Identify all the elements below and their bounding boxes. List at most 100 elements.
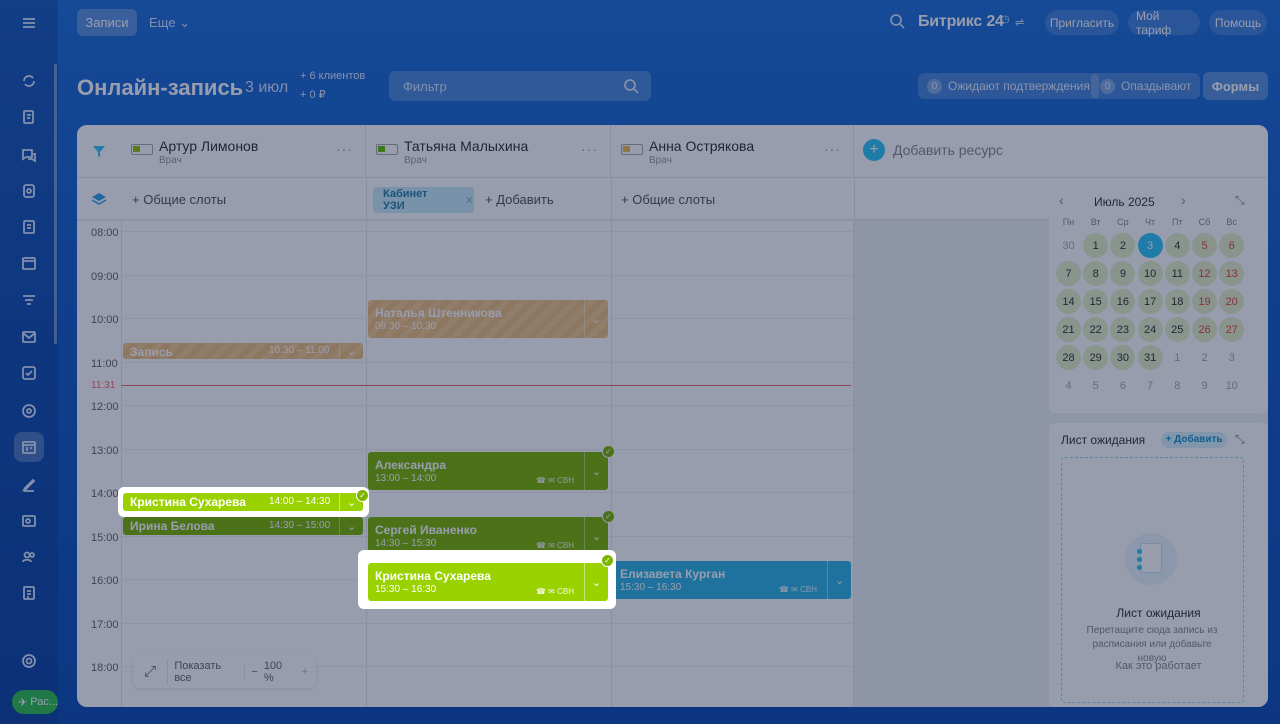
calendar-day[interactable]: 29 xyxy=(1083,345,1109,370)
calendar-day[interactable]: 27 xyxy=(1219,317,1245,342)
sidebar-bottom-button[interactable]: ✈ Рас... xyxy=(12,690,58,714)
calendar-day[interactable]: 31 xyxy=(1137,345,1163,370)
invite-button[interactable]: Пригласить xyxy=(1045,10,1119,35)
page-date[interactable]: 3 июл xyxy=(245,79,288,97)
calendar-day[interactable]: 8 xyxy=(1083,261,1109,286)
calendar-icon[interactable] xyxy=(14,248,44,278)
calendar-day[interactable]: 6 xyxy=(1110,373,1135,398)
more-icon[interactable]: ··· xyxy=(581,141,598,157)
calendar-day[interactable]: 25 xyxy=(1164,317,1190,342)
calendar-day[interactable]: 4 xyxy=(1164,233,1190,258)
booking-icon[interactable] xyxy=(14,432,44,462)
resource-column-2[interactable]: Татьяна Малыхина Врач ··· xyxy=(366,125,611,178)
calendar-day[interactable]: 18 xyxy=(1164,289,1190,314)
report-icon[interactable] xyxy=(14,578,44,608)
room-chip[interactable]: Кабинет УЗИ ✕ xyxy=(373,187,474,213)
calendar-day[interactable]: 12 xyxy=(1192,261,1217,286)
funnel-icon[interactable] xyxy=(14,286,44,316)
filter-funnel-icon[interactable] xyxy=(91,143,107,164)
booking-event[interactable]: Запись 10:30 – 11:00 ⌄ xyxy=(123,343,363,359)
show-all-button[interactable]: Показать все xyxy=(167,659,244,684)
common-slots-button[interactable]: + Общие слоты xyxy=(621,192,715,207)
booking-event[interactable]: Елизавета Курган 15:30 – 16:30 ☎ ✉ СВН ⌄ xyxy=(613,561,851,599)
drive-icon[interactable] xyxy=(14,176,44,206)
tab-more[interactable]: Еще ⌄ xyxy=(149,15,190,31)
calendar-day[interactable]: 28 xyxy=(1056,345,1081,370)
chevron-down-icon[interactable]: ⌄ xyxy=(339,343,363,359)
booking-event[interactable]: Ирина Белова 14:30 – 15:00 ⌄ xyxy=(123,517,363,535)
calendar-day[interactable]: 30 xyxy=(1056,233,1081,258)
calendar-day[interactable]: 8 xyxy=(1165,373,1190,398)
calendar-day[interactable]: 3 xyxy=(1219,345,1244,370)
help-button[interactable]: Помощь xyxy=(1209,10,1267,35)
calendar-day[interactable]: 10 xyxy=(1137,261,1163,286)
calendar-day[interactable]: 5 xyxy=(1192,233,1217,258)
chevron-down-icon[interactable]: ⌄ xyxy=(827,561,851,599)
add-slot-button[interactable]: + Добавить xyxy=(485,192,554,207)
waitlist-add-button[interactable]: + Добавить xyxy=(1161,432,1227,448)
filter-search-icon[interactable] xyxy=(623,78,639,94)
calendar-day[interactable]: 5 xyxy=(1083,373,1108,398)
resource-column-1[interactable]: Артур Лимонов Врач ··· xyxy=(121,125,366,178)
search-icon[interactable] xyxy=(889,13,905,34)
document-icon[interactable] xyxy=(14,212,44,242)
calendar-day[interactable]: 6 xyxy=(1219,233,1245,258)
filter-input[interactable]: Фильтр xyxy=(389,71,651,101)
chevron-down-icon[interactable]: ⌄ xyxy=(584,300,608,338)
settings-sliders-icon[interactable]: ⇌ xyxy=(1015,16,1024,29)
collapse-icon[interactable]: ⤡ xyxy=(1235,193,1245,208)
target-icon[interactable] xyxy=(14,396,44,426)
calendar-day[interactable]: 17 xyxy=(1137,289,1163,314)
calendar-day[interactable]: 7 xyxy=(1138,373,1163,398)
calendar-day[interactable]: 22 xyxy=(1083,317,1109,342)
settings-icon[interactable] xyxy=(14,646,44,676)
collapse-icon[interactable]: ⤡ xyxy=(1235,432,1245,447)
contact-card-icon[interactable] xyxy=(14,506,44,536)
time-grid[interactable]: 08:00 09:00 10:00 11:00 12:00 13:00 14:0… xyxy=(77,221,854,707)
chat-icon[interactable] xyxy=(14,140,44,170)
my-plan-button[interactable]: Мой тариф xyxy=(1128,9,1200,37)
add-resource-button[interactable]: + Добавить ресурс xyxy=(863,139,1003,161)
layers-icon[interactable] xyxy=(91,192,107,211)
booking-event[interactable]: Кристина Сухарева 14:00 – 14:30 ⌄ xyxy=(123,493,363,511)
calendar-day[interactable]: 20 xyxy=(1219,289,1245,314)
booking-event[interactable]: Наталья Штенникова 09:30 – 10:30 ⌄ xyxy=(368,300,608,338)
calendar-day[interactable]: 23 xyxy=(1110,317,1136,342)
more-icon[interactable]: ··· xyxy=(336,141,353,157)
chevron-right-icon[interactable]: › xyxy=(1181,192,1186,208)
booking-event[interactable]: Александра 13:00 – 14:00 ☎ ✉ СВН ⌄ xyxy=(368,452,608,490)
tab-records[interactable]: Записи xyxy=(77,9,137,36)
calendar-day[interactable]: 2 xyxy=(1110,233,1136,258)
calendar-day[interactable]: 15 xyxy=(1083,289,1109,314)
forms-button[interactable]: Формы xyxy=(1203,72,1268,100)
late-button[interactable]: 0 Опаздывают xyxy=(1091,73,1201,99)
calendar-month[interactable]: Июль 2025 xyxy=(1094,195,1174,209)
calendar-day[interactable]: 16 xyxy=(1110,289,1136,314)
edit-doc-icon[interactable] xyxy=(14,102,44,132)
calendar-day[interactable]: 7 xyxy=(1056,261,1081,286)
common-slots-button[interactable]: + Общие слоты xyxy=(132,192,226,207)
calendar-day[interactable]: 1 xyxy=(1165,345,1190,370)
calendar-day[interactable]: 4 xyxy=(1056,373,1081,398)
calendar-day[interactable]: 30 xyxy=(1110,345,1136,370)
calendar-day[interactable]: 2 xyxy=(1192,345,1217,370)
how-it-works-link[interactable]: Как это работает xyxy=(1049,660,1268,672)
users-icon[interactable] xyxy=(14,542,44,572)
calendar-day[interactable]: 24 xyxy=(1137,317,1163,342)
sync-icon[interactable] xyxy=(14,66,44,96)
calendar-day[interactable]: 9 xyxy=(1192,373,1217,398)
calendar-day[interactable]: 3 xyxy=(1137,233,1163,258)
awaiting-confirmation-button[interactable]: 0 Ожидают подтверждения xyxy=(918,73,1099,99)
chevron-down-icon[interactable]: ⌄ xyxy=(339,517,363,535)
chevron-down-icon[interactable]: ⌄ xyxy=(584,563,608,601)
calendar-day[interactable]: 1 xyxy=(1083,233,1109,258)
calendar-day[interactable]: 26 xyxy=(1192,317,1217,342)
calendar-day[interactable]: 11 xyxy=(1164,261,1190,286)
calendar-day[interactable]: 13 xyxy=(1219,261,1245,286)
tasks-icon[interactable] xyxy=(14,358,44,388)
calendar-day[interactable]: 19 xyxy=(1192,289,1217,314)
sidebar-scrollbar[interactable] xyxy=(54,64,57,344)
chevron-left-icon[interactable]: ‹ xyxy=(1059,192,1064,208)
mail-icon[interactable] xyxy=(14,322,44,352)
calendar-day[interactable]: 9 xyxy=(1110,261,1136,286)
